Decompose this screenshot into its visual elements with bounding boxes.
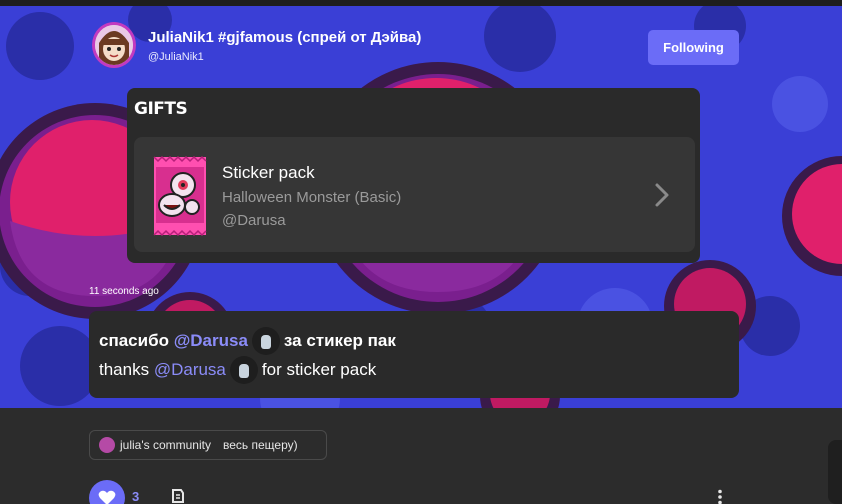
- author-avatar[interactable]: [92, 22, 136, 68]
- message-text: for sticker pack: [261, 360, 377, 379]
- message-text: спасибо: [99, 331, 169, 350]
- gifts-card: GIFTS Sticker pack Halloween Monster (Ba…: [127, 88, 700, 263]
- message-text: thanks: [99, 360, 150, 379]
- like-count: 3: [132, 489, 140, 504]
- gift-subtitle: Halloween Monster (Basic): [222, 189, 402, 206]
- message-text: за стикер пак: [283, 331, 396, 350]
- message-card: спасибо @Darusa за стикер пак thanks @Da…: [89, 311, 739, 398]
- gift-sender[interactable]: @Darusa: [222, 212, 286, 229]
- chevron-right-icon: [652, 182, 672, 208]
- mention-avatar[interactable]: [229, 356, 258, 384]
- mention-link[interactable]: @Darusa: [154, 360, 226, 380]
- gift-item[interactable]: Sticker pack Halloween Monster (Basic) @…: [134, 137, 695, 252]
- community-icon: [99, 437, 115, 453]
- share-icon[interactable]: [171, 488, 185, 504]
- heart-icon: [98, 490, 116, 504]
- more-options-icon[interactable]: [716, 489, 724, 504]
- sticker-pack-image: [152, 155, 208, 237]
- gifts-title: GIFTS: [134, 99, 188, 119]
- side-panel-edge: [828, 440, 842, 504]
- author-handle: @JuliaNik1: [148, 51, 204, 63]
- message-line-ru: спасибо @Darusa за стикер пак: [99, 327, 396, 355]
- message-line-en: thanks @Darusa for sticker pack: [99, 356, 376, 384]
- author-name[interactable]: JuliaNik1 #gjfamous (спрей от Дэйва): [148, 29, 421, 46]
- community-name: julia's community: [120, 438, 211, 452]
- gift-title: Sticker pack: [222, 163, 315, 182]
- community-tail-text: весь пещеру): [222, 438, 298, 452]
- community-chip[interactable]: julia's community весь пещеру): [89, 430, 327, 460]
- mention-link[interactable]: @Darusa: [174, 331, 248, 351]
- mention-avatar[interactable]: [251, 327, 280, 355]
- following-button[interactable]: Following: [648, 30, 739, 65]
- post-timestamp: 11 seconds ago: [89, 286, 159, 297]
